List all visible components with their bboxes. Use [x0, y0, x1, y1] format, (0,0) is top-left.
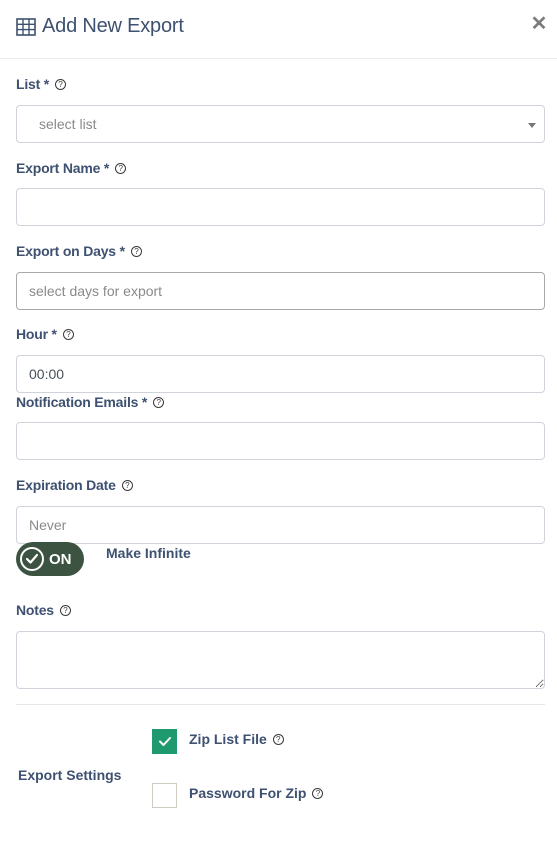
export-settings-label: Export Settings — [18, 767, 122, 783]
close-icon: ✕ — [530, 13, 548, 35]
help-icon[interactable]: ? — [121, 479, 133, 491]
password-for-zip-text: Password For Zip — [189, 785, 307, 801]
section-divider — [16, 704, 545, 705]
notification-emails-label-text: Notification Emails * — [16, 394, 148, 410]
checkmark-icon — [158, 737, 171, 746]
export-days-input[interactable] — [16, 272, 545, 310]
expiration-date-label: Expiration Date ? — [16, 477, 133, 493]
help-icon[interactable]: ? — [153, 396, 165, 408]
list-label-text: List * — [16, 76, 50, 92]
check-circle-icon — [20, 547, 44, 571]
password-for-zip-label: Password For Zip ? — [189, 785, 324, 801]
export-days-label: Export on Days * ? — [16, 243, 142, 259]
make-infinite-toggle[interactable]: ON — [16, 542, 84, 576]
export-name-label-text: Export Name * — [16, 160, 110, 176]
make-infinite-label: Make Infinite — [106, 545, 191, 561]
close-button[interactable]: ✕ — [530, 14, 548, 34]
hour-input[interactable]: 00:00 — [16, 355, 545, 393]
help-icon[interactable]: ? — [312, 787, 324, 799]
export-name-input[interactable] — [16, 188, 545, 226]
table-icon — [16, 17, 36, 36]
notes-label-text: Notes — [16, 602, 54, 618]
modal-header: Add New Export ✕ — [0, 0, 557, 59]
notes-textarea[interactable] — [16, 631, 545, 689]
help-icon[interactable]: ? — [62, 328, 74, 340]
export-days-label-text: Export on Days * — [16, 243, 125, 259]
help-icon[interactable]: ? — [115, 162, 127, 174]
notification-emails-label: Notification Emails * ? — [16, 394, 165, 410]
notes-label: Notes ? — [16, 602, 71, 618]
list-select-placeholder: select list — [39, 116, 97, 132]
help-icon[interactable]: ? — [55, 78, 67, 90]
hour-label-text: Hour * — [16, 326, 57, 342]
expiration-date-input[interactable] — [16, 506, 545, 544]
help-icon[interactable]: ? — [59, 604, 71, 616]
page-title: Add New Export — [42, 15, 184, 37]
list-select[interactable]: select list — [16, 105, 545, 143]
export-name-label: Export Name * ? — [16, 160, 127, 176]
help-icon[interactable]: ? — [130, 245, 142, 257]
password-for-zip-checkbox[interactable] — [152, 783, 177, 808]
zip-list-file-text: Zip List File — [189, 731, 267, 747]
modal-title: Add New Export — [16, 15, 184, 38]
hour-value: 00:00 — [29, 366, 65, 382]
expiration-date-label-text: Expiration Date — [16, 477, 116, 493]
toggle-state-text: ON — [49, 550, 72, 568]
hour-label: Hour * ? — [16, 326, 74, 342]
help-icon[interactable]: ? — [272, 733, 284, 745]
zip-list-file-checkbox[interactable] — [152, 729, 177, 754]
list-label: List * ? — [16, 76, 67, 92]
caret-down-icon — [528, 123, 536, 128]
notification-emails-input[interactable] — [16, 422, 545, 460]
zip-list-file-label: Zip List File ? — [189, 731, 284, 747]
